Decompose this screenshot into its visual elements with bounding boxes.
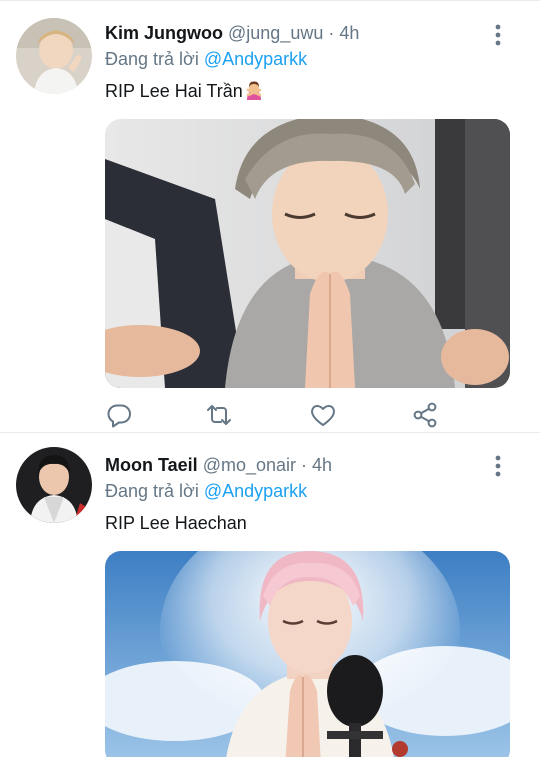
tweet-text-content: RIP Lee Hai Trần	[105, 81, 243, 101]
separator-dot: ·	[301, 455, 308, 475]
display-name[interactable]: Kim Jungwoo	[105, 23, 223, 43]
user-handle[interactable]: @mo_onair	[203, 455, 296, 475]
tweet-text: RIP Lee Hai Trần	[105, 79, 264, 103]
reply-mention-link[interactable]: @Andyparkk	[204, 49, 307, 69]
separator-dot: ·	[328, 23, 335, 43]
replying-to: Đang trả lời @Andyparkk	[105, 480, 307, 502]
share-icon[interactable]	[411, 401, 439, 429]
tweet-text-content: RIP Lee Haechan	[105, 513, 247, 533]
user-handle[interactable]: @jung_uwu	[228, 23, 323, 43]
reply-prefix: Đang trả lời	[105, 49, 199, 69]
reply-icon[interactable]	[105, 401, 133, 429]
like-icon[interactable]	[309, 401, 337, 429]
avatar[interactable]	[16, 447, 92, 523]
retweet-icon[interactable]	[205, 401, 233, 429]
reply-prefix: Đang trả lời	[105, 481, 199, 501]
more-options-icon[interactable]	[492, 23, 504, 47]
reply-mention-link[interactable]: @Andyparkk	[204, 481, 307, 501]
tweet[interactable]: Moon Taeil @mo_onair · 4h Đang trả lời @…	[0, 434, 540, 757]
tweet-text: RIP Lee Haechan	[105, 511, 247, 535]
avatar[interactable]	[16, 18, 92, 94]
more-options-icon[interactable]	[492, 454, 504, 478]
tweet-header: Moon Taeil @mo_onair · 4h	[105, 454, 332, 476]
person-gesturing-no-emoji-icon	[244, 80, 264, 100]
tweet-media-image[interactable]	[105, 119, 510, 388]
timeline-feed: Kim Jungwoo @jung_uwu · 4h Đang trả lời …	[0, 0, 540, 757]
tweet-media-image[interactable]	[105, 551, 510, 757]
timestamp[interactable]: 4h	[312, 455, 332, 475]
tweet[interactable]: Kim Jungwoo @jung_uwu · 4h Đang trả lời …	[0, 1, 540, 433]
timestamp[interactable]: 4h	[339, 23, 359, 43]
display-name[interactable]: Moon Taeil	[105, 455, 198, 475]
replying-to: Đang trả lời @Andyparkk	[105, 48, 307, 70]
tweet-actions	[105, 401, 510, 429]
tweet-header: Kim Jungwoo @jung_uwu · 4h	[105, 22, 359, 44]
